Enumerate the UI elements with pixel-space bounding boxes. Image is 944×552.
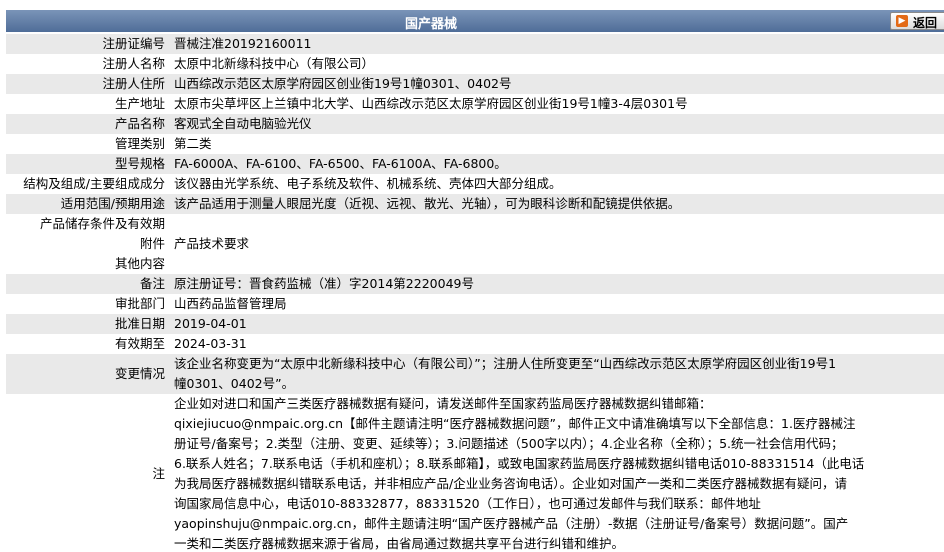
field-value: 第二类 <box>169 134 944 154</box>
table-row: 注册人名称 太原中北新缘科技中心（有限公司） <box>6 54 944 74</box>
field-label: 产品储存条件及有效期 <box>6 214 169 234</box>
change-line: 幢0301、0402号”。 <box>174 376 295 391</box>
note-line: 为我局医疗器械数据纠错联系电话，并非相应产品/企业业务咨询电话）。企业如对国产一… <box>174 476 847 491</box>
field-label: 其他内容 <box>6 254 169 274</box>
table-row: 产品储存条件及有效期 <box>6 214 944 234</box>
table-row: 备注 原注册证号：晋食药监械（准）字2014第2220049号 <box>6 274 944 294</box>
change-line: 该企业名称变更为“太原中北新缘科技中心（有限公司）”；注册人住所变更至“山西综改… <box>174 356 837 371</box>
field-label: 注册人名称 <box>6 54 169 74</box>
table-row: 其他内容 <box>6 254 944 274</box>
arrow-right-icon: ▶ <box>896 15 908 27</box>
field-value <box>169 254 944 274</box>
field-label: 变更情况 <box>6 354 169 394</box>
field-value: 客观式全自动电脑验光仪 <box>169 114 944 134</box>
table-row: 有效期至 2024-03-31 <box>6 334 944 354</box>
table-row: 变更情况 该企业名称变更为“太原中北新缘科技中心（有限公司）”；注册人住所变更至… <box>6 354 944 394</box>
field-value: 太原市尖草坪区上兰镇中北大学、山西综改示范区太原学府园区创业街19号1幢3-4层… <box>169 94 944 114</box>
table-row: 注册人住所 山西综改示范区太原学府园区创业街19号1幢0301、0402号 <box>6 74 944 94</box>
field-value: 原注册证号：晋食药监械（准）字2014第2220049号 <box>169 274 944 294</box>
header-bar: 国产器械 <box>6 10 944 32</box>
note-text: 企业如对进口和国产三类医疗器械数据有疑问，请发送邮件至国家药监局医疗器械数据纠错… <box>169 394 944 552</box>
field-value: 该产品适用于测量人眼屈光度（近视、远视、散光、光轴），可为眼科诊断和配镜提供依据… <box>169 194 944 214</box>
table-row: 注 企业如对进口和国产三类医疗器械数据有疑问，请发送邮件至国家药监局医疗器械数据… <box>6 394 944 552</box>
table-row: 附件 产品技术要求 <box>6 234 944 254</box>
field-value: 太原中北新缘科技中心（有限公司） <box>169 54 944 74</box>
field-label: 产品名称 <box>6 114 169 134</box>
field-value <box>169 214 944 234</box>
note-line: 6.联系人姓名；7.联系电话（手机和座机）；8.联系邮箱】，或致电国家药监局医疗… <box>174 456 865 471</box>
table-row: 结构及组成/主要组成成分 该仪器由光学系统、电子系统及软件、机械系统、壳体四大部… <box>6 174 944 194</box>
table-row: 型号规格 FA-6000A、FA-6100、FA-6500、FA-6100A、F… <box>6 154 944 174</box>
note-line: 企业如对进口和国产三类医疗器械数据有疑问，请发送邮件至国家药监局医疗器械数据纠错… <box>174 396 712 411</box>
field-label: 审批部门 <box>6 294 169 314</box>
back-button[interactable]: ▶ 返回 <box>890 12 944 30</box>
note-line: qixiejiucuo@nmpaic.org.cn【邮件主题请注明“医疗器械数据… <box>174 416 856 431</box>
field-label: 备注 <box>6 274 169 294</box>
field-label: 结构及组成/主要组成成分 <box>6 174 169 194</box>
field-label: 管理类别 <box>6 134 169 154</box>
field-label: 有效期至 <box>6 334 169 354</box>
field-value: 该企业名称变更为“太原中北新缘科技中心（有限公司）”；注册人住所变更至“山西综改… <box>169 354 944 394</box>
field-value: 该仪器由光学系统、电子系统及软件、机械系统、壳体四大部分组成。 <box>169 174 944 194</box>
table-row: 产品名称 客观式全自动电脑验光仪 <box>6 114 944 134</box>
page-title: 国产器械 <box>404 17 457 32</box>
field-label: 注 <box>6 394 169 552</box>
table-row: 审批部门 山西药品监督管理局 <box>6 294 944 314</box>
table-row: 注册证编号 晋械注准20192160011 <box>6 34 944 54</box>
field-value: 山西药品监督管理局 <box>169 294 944 314</box>
field-label: 型号规格 <box>6 154 169 174</box>
note-line: 册证号/备案号；2.类型（注册、变更、延续等）；3.问题描述（500字以内）；4… <box>174 436 844 451</box>
field-value: 山西综改示范区太原学府园区创业街19号1幢0301、0402号 <box>169 74 944 94</box>
detail-table: 注册证编号 晋械注准20192160011 注册人名称 太原中北新缘科技中心（有… <box>6 34 944 552</box>
table-row: 管理类别 第二类 <box>6 134 944 154</box>
field-value: 晋械注准20192160011 <box>169 34 944 54</box>
field-label: 附件 <box>6 234 169 254</box>
table-row: 适用范围/预期用途 该产品适用于测量人眼屈光度（近视、远视、散光、光轴），可为眼… <box>6 194 944 214</box>
field-value: 2024-03-31 <box>169 334 944 354</box>
field-label: 注册人住所 <box>6 74 169 94</box>
field-value: FA-6000A、FA-6100、FA-6500、FA-6100A、FA-680… <box>169 154 944 174</box>
note-line: 询国家局信息中心，电话010-88332877，88331520（工作日），也可… <box>174 496 761 511</box>
table-row: 批准日期 2019-04-01 <box>6 314 944 334</box>
field-label: 批准日期 <box>6 314 169 334</box>
note-line: 一类和二类医疗器械数据来源于省局，由省局通过数据共享平台进行纠错和维护。 <box>174 536 625 551</box>
field-label: 适用范围/预期用途 <box>6 194 169 214</box>
table-row: 生产地址 太原市尖草坪区上兰镇中北大学、山西综改示范区太原学府园区创业街19号1… <box>6 94 944 114</box>
note-line: yaopinshuju@nmpaic.org.cn，邮件主题请注明“国产医疗器械… <box>174 516 849 531</box>
field-label: 生产地址 <box>6 94 169 114</box>
field-label: 注册证编号 <box>6 34 169 54</box>
page: 国产器械 ▶ 返回 注册证编号 晋械注准20192160011 注册人名称 太原… <box>0 0 944 552</box>
field-value: 2019-04-01 <box>169 314 944 334</box>
back-button-label: 返回 <box>913 16 938 30</box>
field-value: 产品技术要求 <box>169 234 944 254</box>
